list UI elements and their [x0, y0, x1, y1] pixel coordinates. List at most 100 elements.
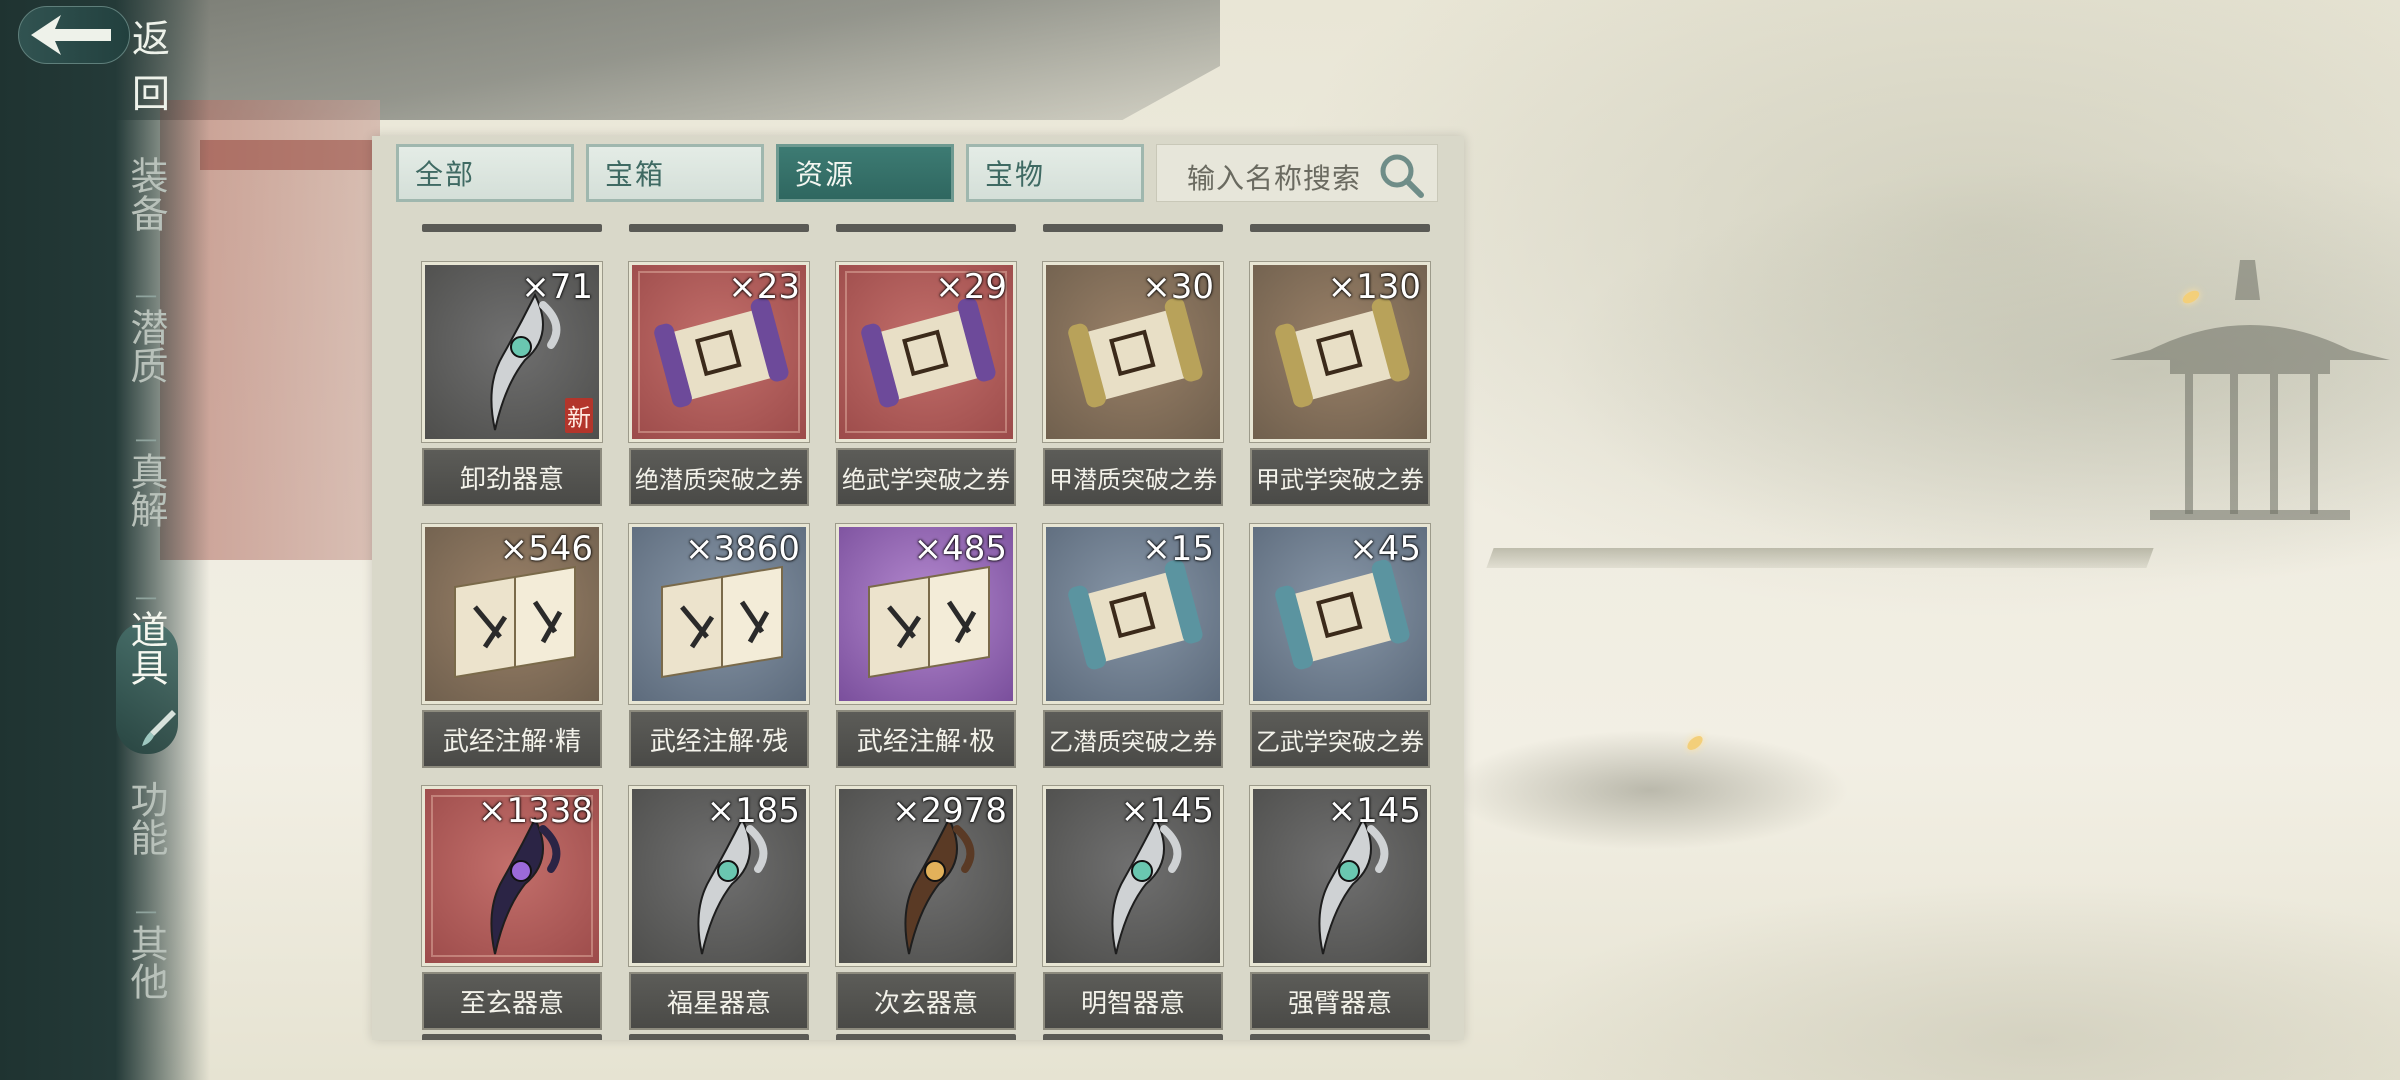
item-card[interactable]: ×30 甲潜质突破之券: [1043, 262, 1223, 516]
item-quantity: ×130: [1327, 267, 1421, 307]
item-name[interactable]: 福星器意: [629, 972, 809, 1030]
item-card[interactable]: ×2978 次玄器意: [836, 786, 1016, 1040]
item-name[interactable]: 乙潜质突破之券: [1043, 710, 1223, 768]
item-quantity: ×145: [1327, 791, 1421, 831]
tab-all[interactable]: 全部: [396, 144, 574, 202]
pier-illustration: [1486, 548, 2154, 568]
nav-item-label: 真解: [124, 452, 168, 528]
item-art[interactable]: ×145: [1043, 786, 1223, 966]
item-quantity: ×29: [935, 267, 1007, 307]
item-card[interactable]: ×130 甲武学突破之券: [1250, 262, 1430, 516]
search-input[interactable]: 输入名称搜索: [1187, 157, 1361, 197]
nav-divider-icon: 一: [134, 286, 157, 311]
item-name[interactable]: 甲潜质突破之券: [1043, 448, 1223, 506]
item-name[interactable]: 乙武学突破之券: [1250, 710, 1430, 768]
tab-label: 宝物: [985, 158, 1046, 191]
item-card[interactable]: ×15 乙潜质突破之券: [1043, 524, 1223, 778]
nav-item-label: 其他: [124, 924, 168, 1000]
nav-divider-icon: 一: [134, 902, 157, 927]
item-art[interactable]: ×130: [1250, 262, 1430, 442]
item-card[interactable]: ×3860 武经注解·残: [629, 524, 809, 778]
item-card[interactable]: ×145 明智器意: [1043, 786, 1223, 1040]
item-card[interactable]: ×185 福星器意: [629, 786, 809, 1040]
tab-label: 宝箱: [605, 158, 666, 191]
item-art[interactable]: ×23: [629, 262, 809, 442]
item-card[interactable]: ×1338 至玄器意: [422, 786, 602, 1040]
nav-divider-icon: 一: [134, 430, 157, 455]
nav-divider-icon: 一: [134, 588, 157, 613]
item-art[interactable]: ×185: [629, 786, 809, 966]
item-card[interactable]: ×546 武经注解·精: [422, 524, 602, 778]
back-button[interactable]: 返回: [0, 0, 210, 116]
item-art[interactable]: ×3860: [629, 524, 809, 704]
item-name[interactable]: 武经注解·残: [629, 710, 809, 768]
item-quantity: ×2978: [891, 791, 1007, 831]
item-art[interactable]: ×30: [1043, 262, 1223, 442]
item-art[interactable]: ×45: [1250, 524, 1430, 704]
item-card[interactable]: ×29 绝武学突破之券: [836, 262, 1016, 516]
item-name[interactable]: 绝潜质突破之券: [629, 448, 809, 506]
item-art[interactable]: ×145: [1250, 786, 1430, 966]
item-quantity: ×23: [728, 267, 800, 307]
back-label[interactable]: 返回: [132, 8, 210, 118]
item-quantity: ×1338: [477, 791, 593, 831]
nav-item-label: 装备: [124, 156, 168, 232]
nav-item-props[interactable]: 一 道具: [118, 588, 174, 696]
item-quantity: ×15: [1142, 529, 1214, 569]
item-name[interactable]: 强臂器意: [1250, 972, 1430, 1030]
item-quantity: ×145: [1120, 791, 1214, 831]
item-name[interactable]: 明智器意: [1043, 972, 1223, 1030]
item-name[interactable]: 甲武学突破之券: [1250, 448, 1430, 506]
tab-treasures[interactable]: 宝物: [966, 144, 1144, 202]
new-badge: 新: [565, 398, 593, 433]
item-card[interactable]: ×485 武经注解·极: [836, 524, 1016, 778]
item-quantity: ×546: [499, 529, 593, 569]
item-quantity: ×30: [1142, 267, 1214, 307]
back-arrow-icon[interactable]: [18, 6, 130, 64]
tab-label: 资源: [795, 158, 856, 191]
side-navigation: 返回 装备 一 潜质 一 真解 一 道具 功能 一 其他: [0, 0, 210, 1080]
search-icon[interactable]: [1377, 151, 1425, 199]
item-card[interactable]: ×45 乙武学突破之券: [1250, 524, 1430, 778]
item-name[interactable]: 次玄器意: [836, 972, 1016, 1030]
item-quantity: ×71: [521, 267, 593, 307]
tab-label: 全部: [415, 158, 476, 191]
nav-item-potential[interactable]: 一 潜质: [118, 286, 174, 394]
search-box[interactable]: 输入名称搜索: [1156, 144, 1438, 202]
nav-item-true-solution[interactable]: 一 真解: [118, 430, 174, 538]
nav-item-others[interactable]: 一 其他: [118, 902, 174, 1010]
tab-chests[interactable]: 宝箱: [586, 144, 764, 202]
item-quantity: ×485: [913, 529, 1007, 569]
item-card[interactable]: ×145 强臂器意: [1250, 786, 1430, 1040]
item-art[interactable]: ×546: [422, 524, 602, 704]
item-art[interactable]: ×485: [836, 524, 1016, 704]
item-name[interactable]: 绝武学突破之券: [836, 448, 1016, 506]
brush-icon: [142, 710, 176, 746]
item-card[interactable]: ×71 新卸劲器意: [422, 262, 602, 516]
item-name[interactable]: 武经注解·精: [422, 710, 602, 768]
shore-illustration: [1500, 880, 2400, 1080]
nav-item-equipment[interactable]: 装备: [118, 156, 174, 242]
item-name[interactable]: 至玄器意: [422, 972, 602, 1030]
inventory-panel: 全部 宝箱 资源 宝物 输入名称搜索 ×71 新卸劲器意 ×23 绝潜质突破之券: [372, 136, 1464, 1040]
item-name[interactable]: 卸劲器意: [422, 448, 602, 506]
nav-item-label: 潜质: [124, 308, 168, 384]
pavilion-illustration: [2110, 260, 2390, 520]
nav-item-functions[interactable]: 功能: [118, 780, 174, 866]
item-card[interactable]: ×23 绝潜质突破之券: [629, 262, 809, 516]
item-quantity: ×45: [1349, 529, 1421, 569]
category-tabs: 全部 宝箱 资源 宝物: [396, 144, 1144, 202]
item-quantity: ×3860: [684, 529, 800, 569]
item-quantity: ×185: [706, 791, 800, 831]
item-art[interactable]: ×15: [1043, 524, 1223, 704]
nav-item-label: 功能: [124, 780, 168, 856]
partial-item-card: [1250, 224, 1430, 232]
item-art[interactable]: ×2978: [836, 786, 1016, 966]
item-name[interactable]: 武经注解·极: [836, 710, 1016, 768]
item-art[interactable]: ×71 新: [422, 262, 602, 442]
partial-item-card: [422, 224, 602, 232]
partial-item-card: [1043, 224, 1223, 232]
tab-resources[interactable]: 资源: [776, 144, 954, 202]
item-art[interactable]: ×1338: [422, 786, 602, 966]
item-art[interactable]: ×29: [836, 262, 1016, 442]
